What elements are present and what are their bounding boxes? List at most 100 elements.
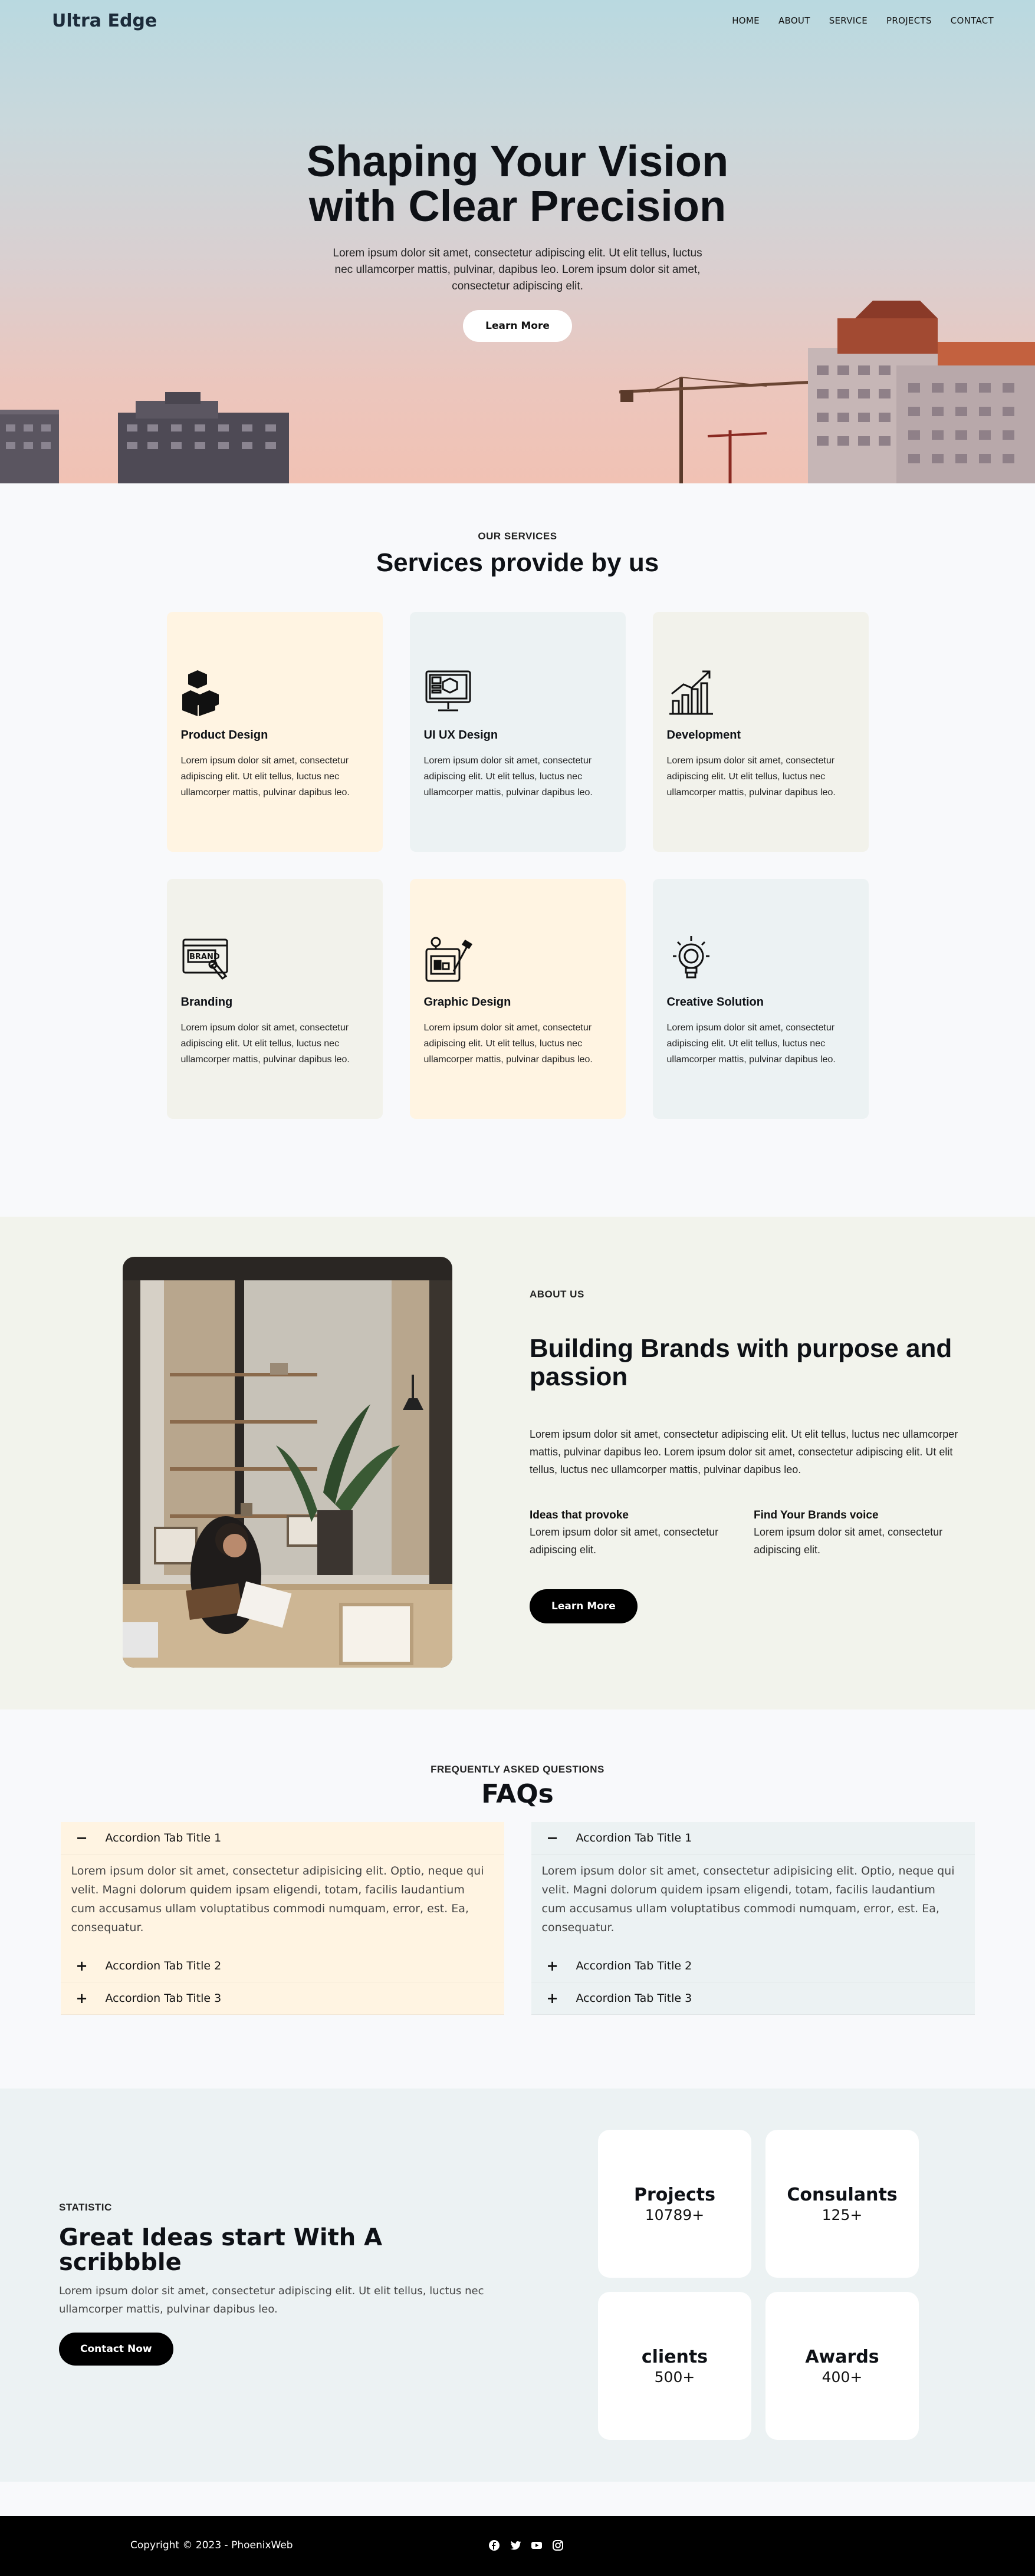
growth-chart-icon (669, 670, 713, 715)
hero-text: Lorem ipsum dolor sit amet, consectetur … (333, 247, 702, 292)
about-learn-more-button[interactable]: Learn More (530, 1589, 638, 1623)
services-title: Services provide by us (376, 548, 659, 577)
facebook-icon[interactable] (488, 2539, 500, 2551)
hero-learn-more-button[interactable]: Learn More (463, 310, 572, 342)
copyright-text: Copyright © 2023 - PhoenixWeb (130, 2539, 293, 2551)
plus-icon: + (546, 1990, 558, 2007)
stat-value: 500+ (654, 2368, 695, 2386)
services-eyebrow: OUR SERVICES (478, 531, 557, 542)
accordion-tab-1[interactable]: − Accordion Tab Title 1 (60, 1822, 504, 1854)
about-text: Lorem ipsum dolor sit amet, consectetur … (530, 1428, 958, 1475)
nav-contact-link[interactable]: CONTACT (951, 15, 994, 26)
service-card-product-design[interactable]: Product Design Lorem ipsum dolor sit ame… (166, 612, 383, 852)
about-feature: Ideas that provoke Lorem ipsum dolor sit… (530, 1509, 754, 1559)
accordion-tab-3[interactable]: + Accordion Tab Title 3 (60, 1982, 504, 2015)
faq-section: FREQUENTLY ASKED QUESTIONS FAQs − Accord… (0, 1709, 1035, 2089)
accordion-tab-title: Accordion Tab Title 3 (576, 1992, 692, 2005)
stat-box-consultants: Consulants 125+ (765, 2130, 919, 2278)
statistic-eyebrow: STATISTIC (59, 2202, 112, 2213)
stat-box-clients: clients 500+ (598, 2292, 751, 2440)
minus-icon: − (75, 1830, 88, 1846)
nav-service-link[interactable]: SERVICE (829, 15, 868, 26)
nav-about-link[interactable]: ABOUT (778, 15, 810, 26)
statistic-text: Lorem ipsum dolor sit amet, consectetur … (59, 2285, 484, 2315)
about-content: ABOUT US Building Brands with purpose an… (530, 1289, 978, 1623)
statistic-title: Great Ideas start With A scribbble (59, 2224, 383, 2276)
service-card-text: Lorem ipsum dolor sit amet, consectetur … (423, 756, 593, 798)
about-title: Building Brands with purpose and passion (530, 1334, 952, 1391)
accordion-tab-3[interactable]: + Accordion Tab Title 3 (531, 1982, 975, 2015)
service-card-text: Lorem ipsum dolor sit amet, consectetur … (666, 756, 836, 798)
service-card-creative-solution[interactable]: Creative Solution Lorem ipsum dolor sit … (652, 879, 869, 1119)
footer-spacer (0, 2482, 1035, 2516)
accordion-tab-title: Accordion Tab Title 1 (576, 1831, 692, 1844)
lightbulb-icon (672, 936, 709, 979)
stat-label: clients (641, 2346, 708, 2367)
accordion-tab-title: Accordion Tab Title 3 (105, 1992, 222, 2005)
stat-value: 10789+ (645, 2206, 705, 2223)
site-footer: Copyright © 2023 - PhoenixWeb (0, 2516, 1035, 2576)
service-card-text: Lorem ipsum dolor sit amet, consectetur … (423, 1023, 593, 1065)
about-feature-text: Lorem ipsum dolor sit amet, consectetur … (530, 1526, 719, 1556)
accordion-tab-content: Lorem ipsum dolor sit amet, consectetur … (541, 1865, 955, 1934)
services-grid: Product Design Lorem ipsum dolor sit ame… (166, 612, 869, 1119)
service-card-title: Graphic Design (423, 996, 511, 1009)
service-card-text: Lorem ipsum dolor sit amet, consectetur … (180, 756, 350, 798)
statistic-content: STATISTIC Great Ideas start With A scrib… (59, 2202, 507, 2366)
faq-accordion-right: − Accordion Tab Title 1 Lorem ipsum dolo… (531, 1822, 975, 2015)
top-nav: Ultra Edge HOME ABOUT SERVICE PROJECTS C… (0, 0, 1035, 41)
page: Ultra Edge HOME ABOUT SERVICE PROJECTS C… (0, 0, 1035, 2576)
stat-value: 400+ (822, 2368, 863, 2386)
service-card-title: Branding (180, 996, 233, 1009)
accordion-tab-title: Accordion Tab Title 2 (576, 1959, 692, 1972)
hero-section: Ultra Edge HOME ABOUT SERVICE PROJECTS C… (0, 0, 1035, 483)
accordion-tab-2[interactable]: + Accordion Tab Title 2 (60, 1950, 504, 1982)
plus-icon: + (546, 1958, 558, 1974)
about-feature-title: Find Your Brands voice (754, 1509, 879, 1521)
graphic-tablet-icon (425, 937, 472, 982)
nav-home-link[interactable]: HOME (732, 15, 760, 26)
about-feature-text: Lorem ipsum dolor sit amet, consectetur … (754, 1526, 943, 1556)
plus-icon: + (75, 1958, 88, 1974)
faq-accordion-left: − Accordion Tab Title 1 Lorem ipsum dolo… (60, 1822, 504, 2015)
about-feature: Find Your Brands voice Lorem ipsum dolor… (754, 1509, 978, 1559)
instagram-icon[interactable] (552, 2539, 564, 2551)
service-card-title: Creative Solution (666, 996, 764, 1009)
about-features: Ideas that provoke Lorem ipsum dolor sit… (530, 1509, 978, 1559)
accordion-tab-1[interactable]: − Accordion Tab Title 1 (531, 1822, 975, 1854)
service-card-graphic-design[interactable]: Graphic Design Lorem ipsum dolor sit ame… (409, 879, 626, 1119)
statistic-grid: Projects 10789+ Consulants 125+ clients … (598, 2130, 919, 2440)
service-card-title: Product Design (180, 729, 268, 742)
nav-links: HOME ABOUT SERVICE PROJECTS CONTACT (713, 15, 994, 26)
service-card-branding[interactable]: BRAND Branding Lorem ipsum dolor sit ame… (166, 879, 383, 1119)
monitor-design-icon (425, 670, 471, 711)
hero-content: Shaping Your Vision with Clear Precision… (0, 139, 1035, 342)
minus-icon: − (546, 1830, 558, 1846)
about-feature-title: Ideas that provoke (530, 1509, 629, 1521)
faq-columns: − Accordion Tab Title 1 Lorem ipsum dolo… (60, 1822, 975, 2015)
service-card-development[interactable]: Development Lorem ipsum dolor sit amet, … (652, 612, 869, 852)
svg-text:BRAND: BRAND (189, 953, 220, 961)
accordion-tab-2[interactable]: + Accordion Tab Title 2 (531, 1950, 975, 1982)
accordion-tab-title: Accordion Tab Title 1 (105, 1831, 222, 1844)
services-section: OUR SERVICES Services provide by us Prod… (0, 483, 1035, 1217)
accordion-tab-title: Accordion Tab Title 2 (105, 1959, 222, 1972)
cubes-icon (182, 670, 219, 716)
accordion-tab-content: Lorem ipsum dolor sit amet, consectetur … (71, 1865, 484, 1934)
twitter-icon[interactable] (510, 2539, 521, 2551)
stat-label: Awards (805, 2346, 879, 2367)
about-office-image (123, 1257, 452, 1668)
faq-eyebrow: FREQUENTLY ASKED QUESTIONS (431, 1764, 604, 1775)
contact-now-button[interactable]: Contact Now (59, 2333, 173, 2366)
youtube-icon[interactable] (531, 2539, 543, 2551)
stat-box-awards: Awards 400+ (765, 2292, 919, 2440)
service-card-text: Lorem ipsum dolor sit amet, consectetur … (666, 1023, 836, 1065)
site-logo[interactable]: Ultra Edge (52, 11, 157, 31)
brand-icon: BRAND (182, 938, 228, 980)
service-card-title: UI UX Design (423, 729, 498, 742)
faq-title: FAQs (481, 1779, 554, 1809)
stat-box-projects: Projects 10789+ (598, 2130, 751, 2278)
statistic-section: STATISTIC Great Ideas start With A scrib… (0, 2089, 1035, 2482)
service-card-ui-ux-design[interactable]: UI UX Design Lorem ipsum dolor sit amet,… (409, 612, 626, 852)
nav-projects-link[interactable]: PROJECTS (886, 15, 932, 26)
